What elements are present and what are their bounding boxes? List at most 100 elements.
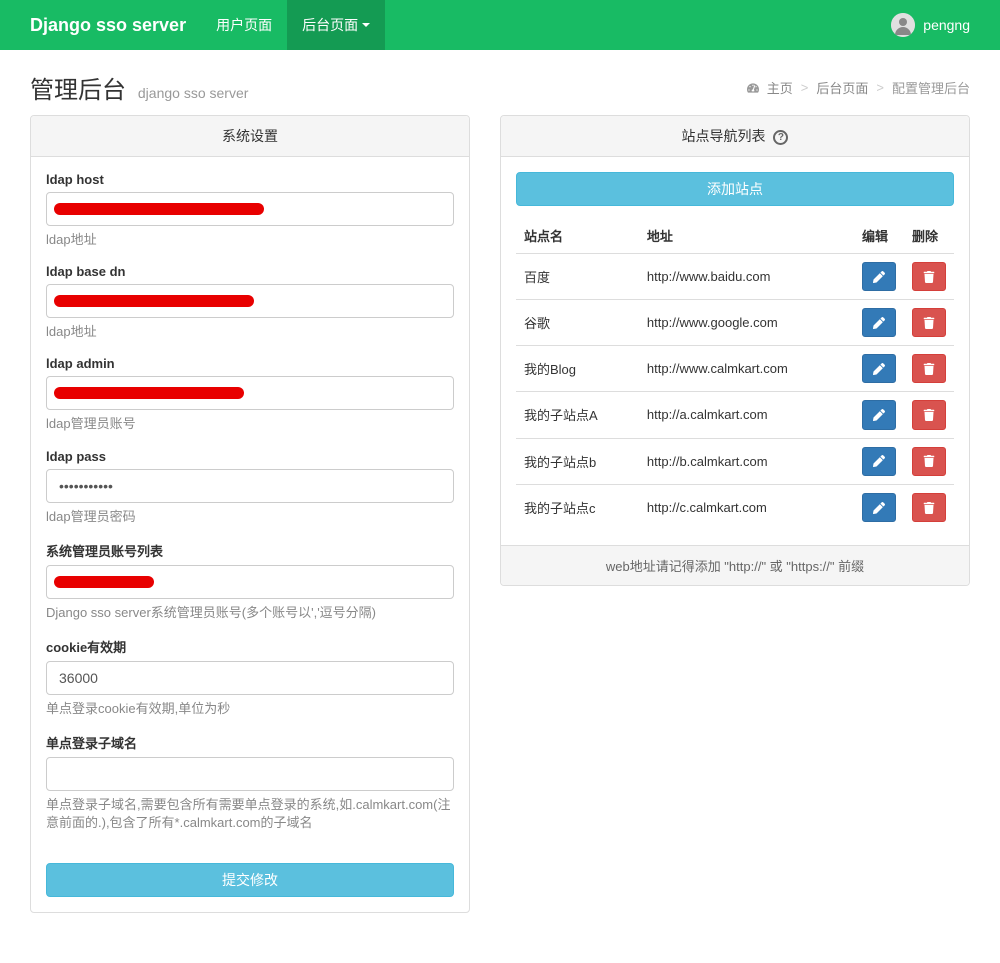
delete-button[interactable] xyxy=(912,400,946,429)
help-admin-list: Django sso server系统管理员账号(多个账号以','逗号分隔) xyxy=(46,604,454,622)
edit-icon xyxy=(873,502,885,514)
nav-item-admin-page[interactable]: 后台页面 xyxy=(287,0,385,50)
cell-name: 我的Blog xyxy=(516,346,639,392)
label-cookie-expire: cookie有效期 xyxy=(46,637,454,656)
label-ldap-pass: ldap pass xyxy=(46,449,454,464)
add-site-button[interactable]: 添加站点 xyxy=(516,172,954,206)
label-ldap-host: ldap host xyxy=(46,172,454,187)
form-group-ldap-host: ldap host ldap地址 xyxy=(46,172,454,249)
label-ldap-admin: ldap admin xyxy=(46,356,454,371)
col-name: 站点名 xyxy=(516,218,639,254)
nav-item-label: 用户页面 xyxy=(216,15,272,35)
table-header-row: 站点名 地址 编辑 删除 xyxy=(516,218,954,254)
avatar xyxy=(891,13,915,37)
input-ldap-base-dn[interactable] xyxy=(46,284,454,318)
input-ldap-admin[interactable] xyxy=(46,376,454,410)
breadcrumb-sep: > xyxy=(801,80,809,95)
edit-button[interactable] xyxy=(862,354,896,383)
cell-name: 谷歌 xyxy=(516,300,639,346)
username: pengng xyxy=(923,17,970,33)
input-sso-domain[interactable] xyxy=(46,757,454,791)
trash-icon xyxy=(923,271,935,283)
delete-button[interactable] xyxy=(912,262,946,291)
breadcrumb: 主页 > 后台页面 > 配置管理后台 xyxy=(747,78,970,97)
help-ldap-admin: ldap管理员账号 xyxy=(46,415,454,433)
cell-url: http://www.baidu.com xyxy=(639,254,854,300)
help-cookie-expire: 单点登录cookie有效期,单位为秒 xyxy=(46,700,454,718)
table-row: 谷歌http://www.google.com xyxy=(516,300,954,346)
label-ldap-base-dn: ldap base dn xyxy=(46,264,454,279)
trash-icon xyxy=(923,363,935,375)
delete-button[interactable] xyxy=(912,447,946,476)
cell-url: http://b.calmkart.com xyxy=(639,438,854,484)
col-delete: 删除 xyxy=(904,218,954,254)
panel-footer: web地址请记得添加 "http://" 或 "https://" 前缀 xyxy=(501,545,969,585)
table-row: 我的Bloghttp://www.calmkart.com xyxy=(516,346,954,392)
table-row: 我的子站点chttp://c.calmkart.com xyxy=(516,484,954,530)
edit-button[interactable] xyxy=(862,400,896,429)
form-group-cookie-expire: cookie有效期 单点登录cookie有效期,单位为秒 xyxy=(46,637,454,718)
breadcrumb-page[interactable]: 后台页面 xyxy=(816,78,868,97)
chevron-down-icon xyxy=(362,23,370,27)
breadcrumb-home[interactable]: 主页 xyxy=(767,78,793,97)
delete-button[interactable] xyxy=(912,354,946,383)
input-ldap-pass[interactable] xyxy=(46,469,454,503)
cell-url: http://www.google.com xyxy=(639,300,854,346)
edit-icon xyxy=(873,317,885,329)
form-group-ldap-pass: ldap pass ldap管理员密码 xyxy=(46,449,454,526)
help-ldap-host: ldap地址 xyxy=(46,231,454,249)
content: 系统设置 ldap host ldap地址 ldap base dn ldap地… xyxy=(0,115,1000,963)
edit-button[interactable] xyxy=(862,447,896,476)
edit-button[interactable] xyxy=(862,308,896,337)
site-nav-column: 站点导航列表 ? 添加站点 站点名 地址 编辑 删除 百度http://www.… xyxy=(500,115,970,933)
panel-heading: 系统设置 xyxy=(31,116,469,157)
trash-icon xyxy=(923,409,935,421)
cell-url: http://c.calmkart.com xyxy=(639,484,854,530)
page-subtitle: django sso server xyxy=(138,85,249,101)
help-ldap-base-dn: ldap地址 xyxy=(46,323,454,341)
edit-icon xyxy=(873,455,885,467)
col-edit: 编辑 xyxy=(854,218,904,254)
system-settings-column: 系统设置 ldap host ldap地址 ldap base dn ldap地… xyxy=(30,115,470,933)
cell-name: 我的子站点A xyxy=(516,392,639,438)
edit-button[interactable] xyxy=(862,493,896,522)
cell-url: http://www.calmkart.com xyxy=(639,346,854,392)
form-group-admin-list: 系统管理员账号列表 Django sso server系统管理员账号(多个账号以… xyxy=(46,541,454,622)
panel-title: 站点导航列表 xyxy=(682,128,766,144)
dashboard-icon xyxy=(747,82,759,94)
cell-url: http://a.calmkart.com xyxy=(639,392,854,438)
breadcrumb-current: 配置管理后台 xyxy=(892,78,970,97)
submit-button[interactable]: 提交修改 xyxy=(46,863,454,897)
cell-name: 我的子站点c xyxy=(516,484,639,530)
navbar-left: Django sso server 用户页面 后台页面 xyxy=(15,0,385,50)
input-ldap-host[interactable] xyxy=(46,192,454,226)
trash-icon xyxy=(923,317,935,329)
help-ldap-pass: ldap管理员密码 xyxy=(46,508,454,526)
navbar: Django sso server 用户页面 后台页面 pengng xyxy=(0,0,1000,50)
delete-button[interactable] xyxy=(912,493,946,522)
help-sso-domain: 单点登录子域名,需要包含所有需要单点登录的系统,如.calmkart.com(注… xyxy=(46,796,454,832)
panel-body: 添加站点 站点名 地址 编辑 删除 百度http://www.baidu.com… xyxy=(501,157,969,545)
trash-icon xyxy=(923,455,935,467)
site-table: 站点名 地址 编辑 删除 百度http://www.baidu.com谷歌htt… xyxy=(516,218,954,530)
edit-button[interactable] xyxy=(862,262,896,291)
panel-body: ldap host ldap地址 ldap base dn ldap地址 lda… xyxy=(31,157,469,863)
delete-button[interactable] xyxy=(912,308,946,337)
page-header: 管理后台 django sso server 主页 > 后台页面 > 配置管理后… xyxy=(0,50,1000,115)
label-admin-list: 系统管理员账号列表 xyxy=(46,541,454,560)
input-admin-list[interactable] xyxy=(46,565,454,599)
input-cookie-expire[interactable] xyxy=(46,661,454,695)
table-row: 百度http://www.baidu.com xyxy=(516,254,954,300)
table-row: 我的子站点Ahttp://a.calmkart.com xyxy=(516,392,954,438)
edit-icon xyxy=(873,363,885,375)
breadcrumb-sep: > xyxy=(876,80,884,95)
table-row: 我的子站点bhttp://b.calmkart.com xyxy=(516,438,954,484)
help-icon[interactable]: ? xyxy=(773,130,788,145)
label-sso-domain: 单点登录子域名 xyxy=(46,733,454,752)
form-group-sso-domain: 单点登录子域名 单点登录子域名,需要包含所有需要单点登录的系统,如.calmka… xyxy=(46,733,454,832)
navbar-brand[interactable]: Django sso server xyxy=(15,15,201,36)
navbar-user[interactable]: pengng xyxy=(891,13,985,37)
form-group-ldap-base-dn: ldap base dn ldap地址 xyxy=(46,264,454,341)
page-title: 管理后台 xyxy=(30,77,126,104)
nav-item-user-page[interactable]: 用户页面 xyxy=(201,0,287,50)
